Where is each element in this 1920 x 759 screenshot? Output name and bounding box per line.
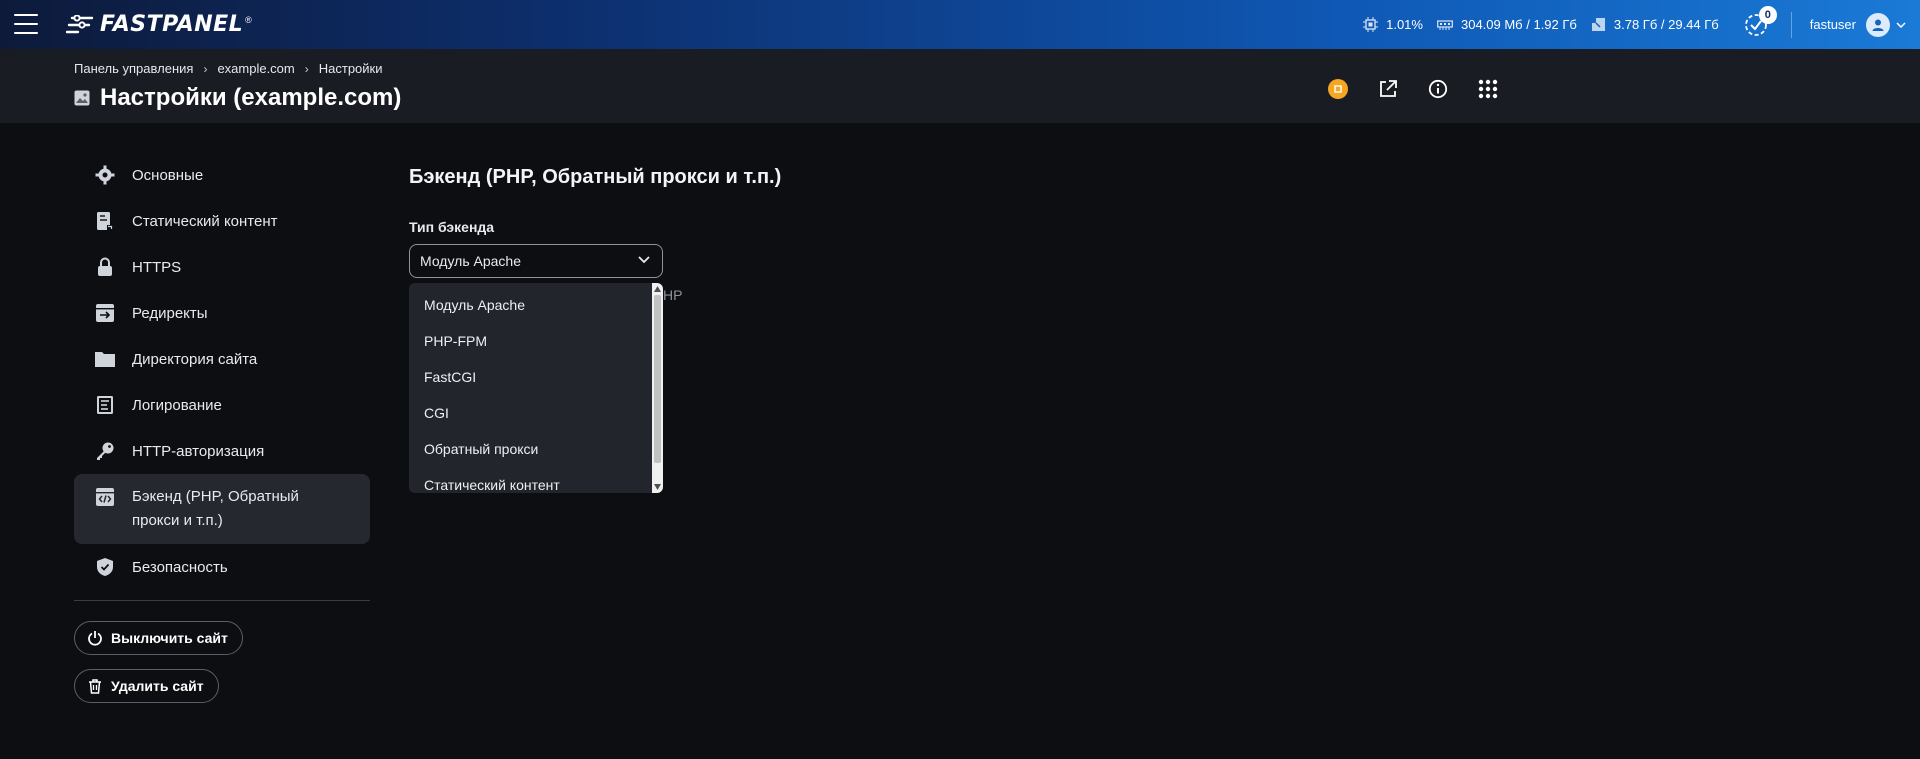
coin-icon — [1328, 79, 1348, 99]
sidebar-item-https[interactable]: HTTPS — [74, 244, 370, 290]
lock-icon — [94, 256, 116, 278]
header-actions — [1300, 77, 1500, 101]
breadcrumb: Панель управления › example.com › Настро… — [74, 61, 383, 76]
code-window-icon — [94, 486, 116, 508]
dropdown-option-apache[interactable]: Модуль Apache — [409, 287, 653, 323]
key-icon — [94, 440, 116, 462]
memory-stat: 304.09 Мб / 1.92 Гб — [1437, 17, 1577, 32]
apps-button[interactable] — [1476, 77, 1500, 101]
disk-icon — [1591, 18, 1605, 31]
topbar-divider — [1790, 11, 1792, 38]
scroll-down-icon[interactable] — [654, 484, 661, 490]
sidebar-item-label: Редиректы — [132, 304, 208, 322]
sidebar-divider — [74, 600, 370, 601]
apps-grid-icon — [1478, 79, 1498, 99]
tasks-count-badge: 0 — [1758, 5, 1777, 24]
breadcrumb-control-panel[interactable]: Панель управления — [74, 61, 193, 76]
section-title: Бэкенд (PHP, Обратный прокси и т.п.) — [409, 166, 782, 188]
logo[interactable]: FASTPANEL ® — [66, 12, 252, 37]
sidebar-item-label: Безопасность — [132, 558, 228, 576]
sidebar-item-label: HTTP-авторизация — [132, 442, 265, 460]
scroll-thumb[interactable] — [654, 295, 661, 463]
scroll-up-icon[interactable] — [654, 286, 661, 292]
delete-site-button[interactable]: Удалить сайт — [74, 669, 219, 703]
breadcrumb-settings: Настройки — [318, 61, 383, 76]
file-icon — [94, 210, 116, 232]
open-site-button[interactable] — [1376, 77, 1400, 101]
site-image-icon — [74, 90, 90, 106]
username: fastuser — [1809, 17, 1856, 32]
dropdown-scrollbar[interactable] — [652, 283, 663, 493]
dropdown-options: Модуль Apache PHP-FPM FastCGI CGI Обратн… — [409, 283, 653, 493]
breadcrumb-separator-icon: › — [304, 61, 309, 76]
folder-icon — [94, 348, 116, 370]
sidebar-item-backend[interactable]: Бэкенд (PHP, Обратный прокси и т.п.) — [74, 474, 370, 544]
disk-stat: 3.78 Гб / 29.44 Гб — [1591, 17, 1719, 32]
sidebar-item-label: Основные — [132, 166, 204, 184]
gear-icon — [94, 164, 116, 186]
sidebar-item-label: Логирование — [132, 396, 222, 414]
breadcrumb-separator-icon: › — [203, 61, 208, 76]
sidebar-item-security[interactable]: Безопасность — [74, 544, 370, 590]
page-title: Настройки (example.com) — [74, 84, 401, 112]
dropdown-option-static-content[interactable]: Статический контент — [409, 467, 653, 493]
sidebar-item-general[interactable]: Основные — [74, 152, 370, 198]
log-icon — [94, 394, 116, 416]
memory-icon — [1437, 19, 1453, 30]
user-icon — [1872, 19, 1884, 31]
sidebar-item-label: HTTPS — [132, 258, 182, 276]
info-icon — [1428, 79, 1448, 99]
disk-value: 3.78 Гб / 29.44 Гб — [1613, 17, 1719, 32]
disable-site-button[interactable]: Выключить сайт — [74, 621, 243, 655]
dropdown-option-php-fpm[interactable]: PHP-FPM — [409, 323, 653, 359]
backend-type-value: Модуль Apache — [420, 253, 521, 269]
dropdown-option-fastcgi[interactable]: FastCGI — [409, 359, 653, 395]
server-stats: 1.01% 304.09 Мб / 1.92 Гб 3.78 Гб / 29.4… — [1363, 0, 1920, 49]
menu-icon[interactable] — [14, 14, 38, 34]
sidebar-item-site-directory[interactable]: Директория сайта — [74, 336, 370, 382]
redirect-icon — [94, 302, 116, 324]
page-title-text: Настройки (example.com) — [100, 84, 402, 111]
power-icon — [88, 631, 102, 646]
sidebar-item-label: Статический контент — [132, 212, 278, 230]
chevron-down-icon — [638, 256, 650, 264]
logo-text: FASTPANEL — [100, 12, 244, 37]
dropdown-option-reverse-proxy[interactable]: Обратный прокси — [409, 431, 653, 467]
hidden-hint-text: HP — [663, 287, 683, 303]
logo-mark-icon — [66, 14, 94, 33]
backend-type-select[interactable]: Модуль Apache — [409, 244, 663, 278]
cpu-icon — [1363, 17, 1379, 32]
trash-icon — [89, 679, 101, 694]
sidebar-item-logging[interactable]: Логирование — [74, 382, 370, 428]
user-menu[interactable]: fastuser — [1809, 12, 1906, 37]
dropdown-option-cgi[interactable]: CGI — [409, 395, 653, 431]
backend-type-label: Тип бэкенда — [409, 219, 495, 235]
info-button[interactable] — [1426, 77, 1450, 101]
coin-button[interactable] — [1326, 77, 1350, 101]
backend-type-dropdown: Модуль Apache PHP-FPM FastCGI CGI Обратн… — [409, 283, 663, 493]
cpu-stat: 1.01% — [1363, 17, 1423, 32]
sidebar-item-label: Бэкенд (PHP, Обратный прокси и т.п.) — [132, 488, 299, 529]
chevron-down-icon — [1896, 21, 1906, 28]
logo-registered-mark: ® — [245, 14, 252, 25]
top-bar: FASTPANEL ® 1.01% 304.09 Мб / 1.92 Гб 3.… — [0, 0, 1920, 49]
sidebar-item-redirects[interactable]: Редиректы — [74, 290, 370, 336]
page-header: Панель управления › example.com › Настро… — [0, 49, 1920, 123]
breadcrumb-site[interactable]: example.com — [217, 61, 294, 76]
tasks-button[interactable]: 0 — [1743, 5, 1777, 38]
sidebar-item-label: Директория сайта — [132, 350, 258, 368]
disable-site-label: Выключить сайт — [111, 630, 228, 646]
external-link-icon — [1380, 80, 1397, 97]
sidebar-item-static-content[interactable]: Статический контент — [74, 198, 370, 244]
cpu-value: 1.01% — [1386, 17, 1423, 32]
avatar — [1866, 12, 1890, 37]
shield-icon — [94, 556, 116, 578]
delete-site-label: Удалить сайт — [111, 678, 204, 694]
settings-sidebar: Основные Статический контент HTTPS Редир… — [74, 152, 370, 717]
sidebar-item-http-auth[interactable]: HTTP-авторизация — [74, 428, 370, 474]
memory-value: 304.09 Мб / 1.92 Гб — [1460, 17, 1577, 32]
